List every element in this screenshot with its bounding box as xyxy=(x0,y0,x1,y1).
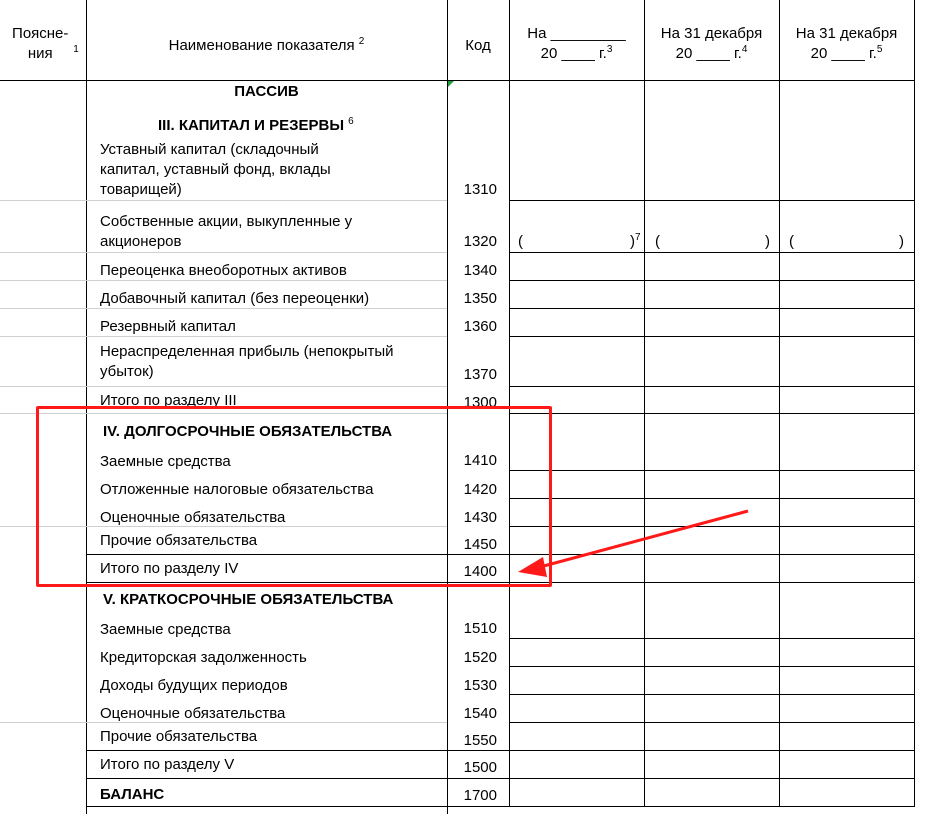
balance-sheet-table: Поясне-ния 1 Наименование показателя 2 Ко… xyxy=(0,0,937,814)
arrow-icon xyxy=(518,509,749,577)
